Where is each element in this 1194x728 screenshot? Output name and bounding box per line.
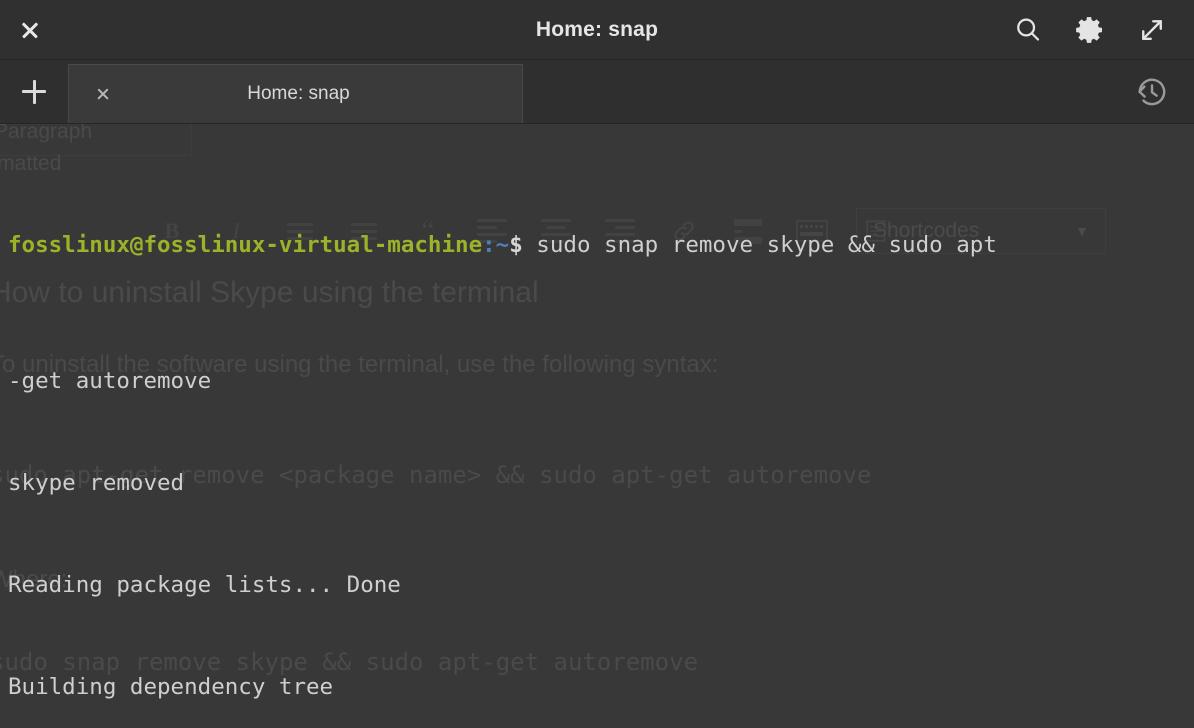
gear-icon [1076,16,1102,43]
terminal-line: Building dependency tree [8,674,334,700]
fullscreen-button[interactable] [1134,12,1170,48]
fullscreen-icon [1142,19,1162,40]
terminal-command: sudo snap remove skype && sudo apt [522,232,997,258]
close-x-icon [96,87,110,101]
terminal-window: Home: snap Home: snap Paragraph matted B… [0,0,1194,728]
terminal-lines: fosslinux@fosslinux-virtual-machine:~$ s… [0,124,1194,728]
prompt-symbol: $ [509,232,523,258]
search-icon [1017,17,1040,41]
close-x-icon [20,20,40,40]
prompt-path: :~ [482,232,510,258]
tab-label: Home: snap [247,83,350,104]
search-button[interactable] [1010,12,1046,48]
terminal-line: Reading package lists... Done [8,572,401,598]
tab-bar: Home: snap [0,60,1194,124]
tab-home-snap[interactable]: Home: snap [68,64,523,123]
new-tab-button[interactable] [0,60,68,123]
terminal-output-area[interactable]: Paragraph Preformatted B I “ [0,124,1194,728]
plus-icon [22,79,46,104]
terminal-line: -get autoremove [8,368,212,394]
window-close-button[interactable] [0,0,60,60]
tab-close-button[interactable] [81,87,125,101]
history-clock-icon [1138,78,1166,105]
terminal-line-prompt-command: fosslinux@fosslinux-virtual-machine:~$ s… [8,228,1194,262]
terminal-line: skype removed [8,470,185,496]
preferences-button[interactable] [1072,12,1108,48]
tab-bar-spacer [523,60,1132,123]
prompt-user-host: fosslinux@fosslinux-virtual-machine [8,232,483,258]
title-bar: Home: snap [0,0,1194,60]
history-button[interactable] [1132,72,1172,112]
title-bar-actions [1010,12,1194,48]
tab-bar-right-actions [1132,60,1194,123]
